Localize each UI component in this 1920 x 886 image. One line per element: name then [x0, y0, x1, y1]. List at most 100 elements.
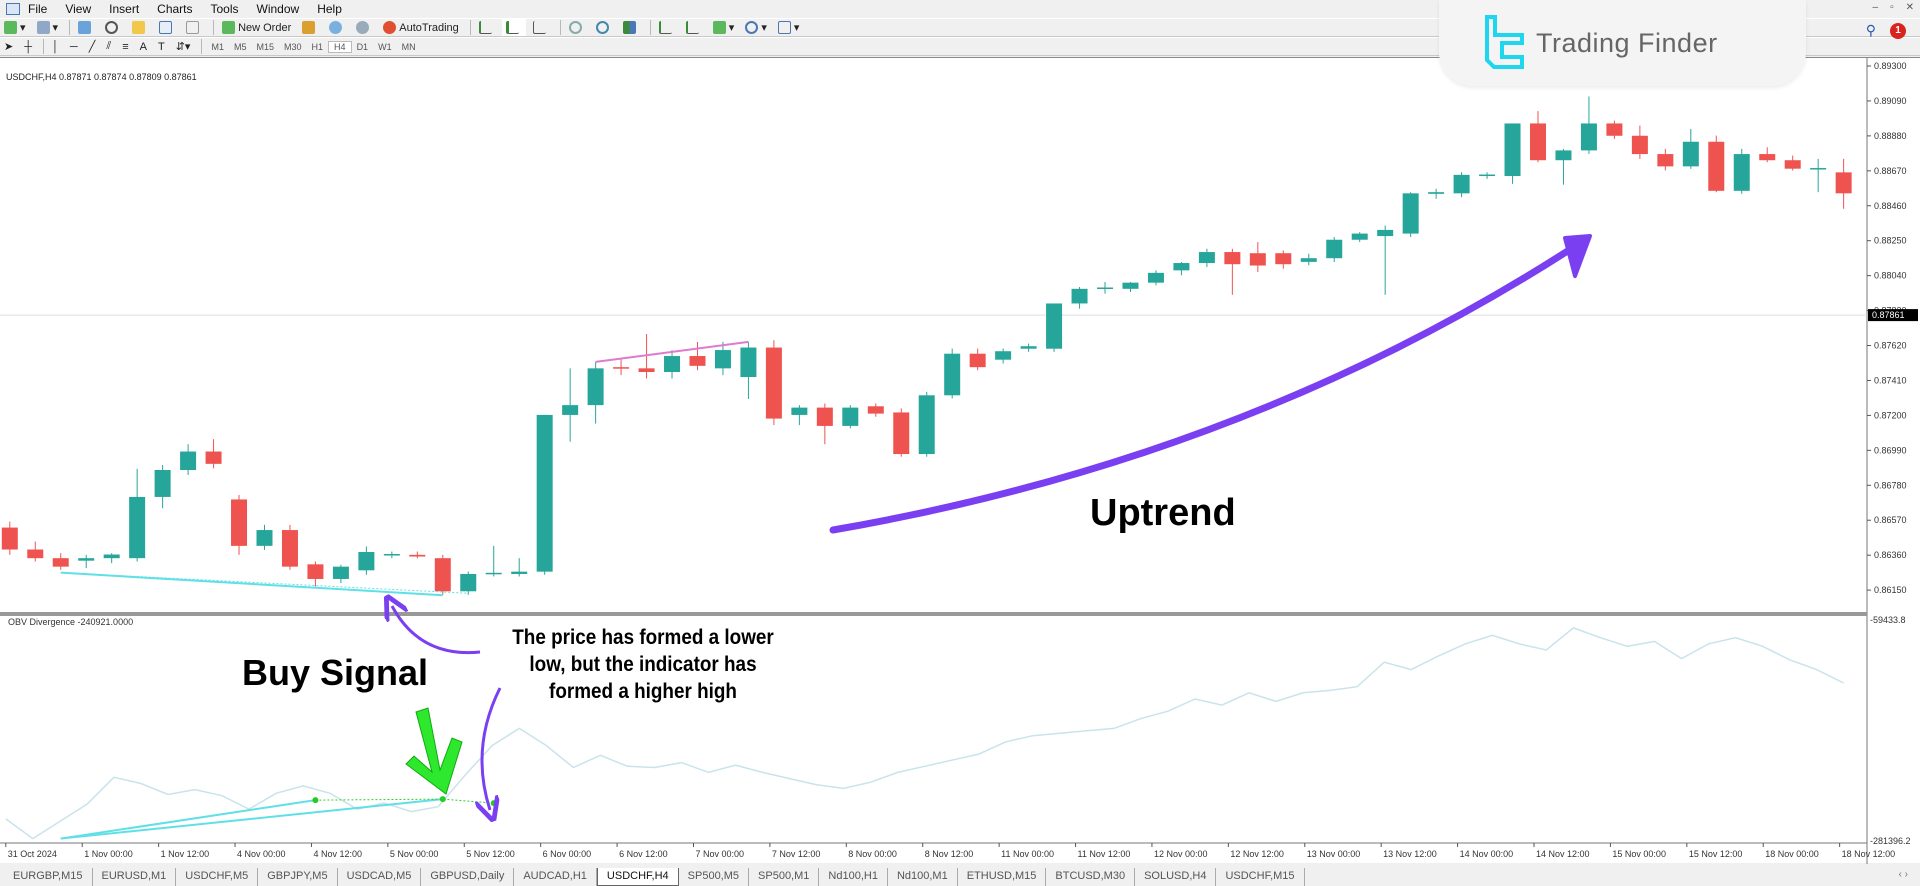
timeframe-m15[interactable]: M15 [252, 42, 280, 52]
crosshair-tool-button[interactable]: ┼ [20, 38, 36, 55]
notifications-badge[interactable]: 1 [1890, 22, 1906, 39]
tab-usdcad-m5[interactable]: USDCAD,M5 [338, 868, 422, 886]
bullish-candle [944, 353, 961, 396]
tab-btcusd-m30[interactable]: BTCUSD,M30 [1046, 868, 1136, 886]
menu-view[interactable]: View [65, 2, 91, 16]
chart-canvas[interactable]: 0.89300 0.89090 0.88880 0.88670 0.88460 0.882… [0, 58, 1920, 864]
navigator-button[interactable] [128, 19, 152, 36]
auto-scroll-button[interactable] [655, 19, 679, 36]
timeframe-h4[interactable]: H4 [328, 40, 352, 53]
tab-eurusd-m1[interactable]: EURUSD,M1 [93, 868, 177, 886]
menu-insert[interactable]: Insert [109, 2, 139, 16]
timeframe-m1[interactable]: M1 [206, 42, 229, 52]
terminal-button[interactable] [155, 19, 179, 36]
zoom-in-button[interactable] [565, 19, 589, 36]
tab-gbpjpy-m5[interactable]: GBPJPY,M5 [258, 868, 338, 886]
profiles-button[interactable]: ▾ [33, 19, 63, 36]
menu-file[interactable]: File [28, 2, 47, 16]
text-button[interactable]: A [136, 38, 151, 55]
candlestick-button[interactable] [501, 19, 526, 36]
top-right-icons: ⚲ 1 [1866, 22, 1906, 39]
bullish-candle [562, 405, 579, 415]
tab-audcad-h1[interactable]: AUDCAD,H1 [514, 868, 597, 886]
metaeditor-button[interactable] [298, 19, 322, 36]
horizontal-line-icon: ─ [69, 40, 78, 53]
arrows-button[interactable]: ⇵▾ [172, 38, 195, 55]
new-chart-button[interactable]: ▾ [0, 19, 30, 36]
time-tick-label: 5 Nov 12:00 [466, 849, 515, 859]
market-button[interactable] [352, 19, 376, 36]
market-watch-button[interactable] [74, 19, 98, 36]
timeframe-w1[interactable]: W1 [373, 42, 397, 52]
timeframe-m30[interactable]: M30 [279, 42, 307, 52]
bullish-candle [383, 554, 400, 556]
price-tick-label: 0.89090 [1874, 96, 1907, 106]
restore-button[interactable]: ▫ [1890, 2, 1894, 13]
tab-usdchf-m15[interactable]: USDCHF,M15 [1216, 868, 1305, 886]
tab-sp500-m1[interactable]: SP500,M1 [749, 868, 820, 886]
bullish-candle [714, 350, 731, 369]
periods-button[interactable]: ▾ [741, 19, 771, 36]
fibonacci-button[interactable]: ≡ [118, 38, 132, 55]
time-tick-label: 6 Nov 00:00 [543, 849, 592, 859]
bullish-candle [1300, 258, 1317, 262]
close-button[interactable]: ✕ [1906, 2, 1914, 13]
tab-nd100-h1[interactable]: Nd100,H1 [819, 868, 888, 886]
timeframe-m5[interactable]: M5 [229, 42, 252, 52]
bullish-candle [1046, 303, 1063, 349]
search-icon[interactable]: ⚲ [1866, 22, 1876, 39]
line-chart-button[interactable] [529, 19, 553, 36]
bearish-candle [1835, 172, 1852, 194]
autotrading-button[interactable]: AutoTrading [379, 19, 463, 36]
horizontal-line-button[interactable]: ─ [66, 38, 82, 55]
trendline-button[interactable]: ╱ [85, 38, 100, 55]
separator [43, 39, 45, 54]
vertical-line-button[interactable]: │ [48, 38, 63, 55]
timeframe-d1[interactable]: D1 [352, 42, 374, 52]
signals-button[interactable] [325, 19, 349, 36]
indicators-button[interactable]: ▾ [709, 19, 739, 36]
bullish-candle [918, 395, 935, 455]
tab-ethusd-m15[interactable]: ETHUSD,M15 [958, 868, 1047, 886]
tile-windows-button[interactable] [619, 19, 643, 36]
channel-button[interactable]: ⫽ [102, 38, 115, 55]
cursor-button[interactable]: ➤ [0, 38, 17, 55]
strategy-tester-button[interactable] [182, 19, 206, 36]
text-label-button[interactable]: T [154, 38, 169, 55]
bearish-candle [1784, 160, 1801, 169]
current-price-label: 0.87861 [1872, 310, 1905, 320]
menu-tools[interactable]: Tools [211, 2, 239, 16]
timeframe-h1[interactable]: H1 [307, 42, 329, 52]
arrows-icon: ⇵▾ [175, 41, 191, 53]
zoom-out-button[interactable] [592, 19, 616, 36]
trendline-icon: ╱ [88, 41, 96, 53]
tab-nd100-m1[interactable]: Nd100,M1 [888, 868, 958, 886]
tab-usdchf-m5[interactable]: USDCHF,M5 [176, 868, 259, 886]
price-tick-label: 0.86780 [1874, 480, 1907, 490]
tab-scroll-arrows[interactable]: ‹ › [1899, 869, 1908, 880]
tab-usdchf-h4[interactable]: USDCHF,H4 [596, 868, 679, 886]
bearish-candle [816, 407, 833, 426]
indicators-icon [712, 21, 726, 34]
bullish-candle [1479, 174, 1496, 177]
templates-button[interactable]: ▾ [774, 19, 804, 36]
bullish-candle [995, 351, 1012, 360]
chart-window[interactable]: 0.89300 0.89090 0.88880 0.88670 0.88460 0.882… [0, 57, 1920, 864]
tab-eurgbp-m15[interactable]: EURGBP,M15 [4, 868, 93, 886]
timeframe-mn[interactable]: MN [397, 42, 421, 52]
menu-help[interactable]: Help [317, 2, 342, 16]
chart-shift-button[interactable] [682, 19, 706, 36]
tab-solusd-h4[interactable]: SOLUSD,H4 [1135, 868, 1217, 886]
minimize-button[interactable]: – [1873, 2, 1879, 13]
new-order-button[interactable]: New Order [218, 19, 295, 36]
cursor-icon: ➤ [4, 41, 14, 53]
bar-chart-button[interactable] [475, 19, 499, 36]
bullish-candle [154, 469, 171, 497]
time-tick-label: 12 Nov 00:00 [1154, 849, 1208, 859]
tab-gbpusd-daily[interactable]: GBPUSD,Daily [421, 868, 515, 886]
menu-charts[interactable]: Charts [157, 2, 192, 16]
tab-sp500-m5[interactable]: SP500,M5 [679, 868, 750, 886]
crosshair-button[interactable] [101, 19, 125, 36]
menu-window[interactable]: Window [257, 2, 300, 16]
navigator-icon [132, 21, 146, 34]
